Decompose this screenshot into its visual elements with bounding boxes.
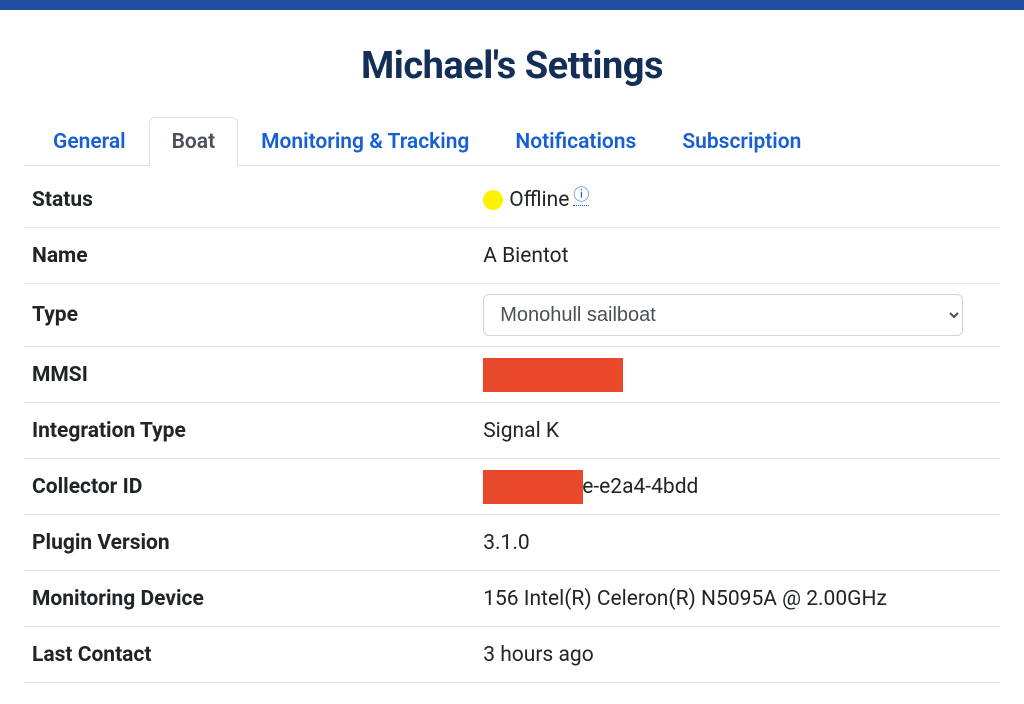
mmsi-redacted — [483, 358, 623, 392]
label-integration-type: Integration Type — [32, 419, 483, 443]
row-integration-type: Integration Type Signal K — [24, 403, 1000, 459]
value-collector-id: e-e2a4-4bdd — [483, 470, 992, 504]
label-type: Type — [32, 303, 483, 327]
value-plugin-version: 3.1.0 — [483, 531, 992, 555]
label-collector-id: Collector ID — [32, 475, 483, 499]
row-plugin-version: Plugin Version 3.1.0 — [24, 515, 1000, 571]
row-collector-id: Collector ID e-e2a4-4bdd — [24, 459, 1000, 515]
status-dot-icon — [483, 190, 503, 210]
value-monitoring-device: 156 Intel(R) Celeron(R) N5095A @ 2.00GHz — [483, 587, 992, 611]
row-monitoring-device: Monitoring Device 156 Intel(R) Celeron(R… — [24, 571, 1000, 627]
boat-settings-table: Status Offline ⓘ Name A Bientot Type Mon… — [24, 172, 1000, 683]
collector-id-suffix: e-e2a4-4bdd — [582, 475, 698, 499]
boat-type-select[interactable]: Monohull sailboat — [483, 294, 963, 336]
settings-container: Michael's Settings General Boat Monitori… — [0, 10, 1024, 683]
value-integration-type: Signal K — [483, 419, 992, 443]
label-mmsi: MMSI — [32, 363, 483, 387]
label-plugin-version: Plugin Version — [32, 531, 483, 555]
tabs: General Boat Monitoring & Tracking Notif… — [24, 116, 1000, 166]
label-last-contact: Last Contact — [32, 643, 483, 667]
tab-general[interactable]: General — [30, 117, 149, 166]
value-mmsi — [483, 358, 992, 392]
label-monitoring-device: Monitoring Device — [32, 587, 483, 611]
info-icon[interactable]: ⓘ — [573, 181, 589, 206]
row-last-contact: Last Contact 3 hours ago — [24, 627, 1000, 683]
tab-boat[interactable]: Boat — [149, 117, 239, 166]
tab-subscription[interactable]: Subscription — [659, 117, 824, 166]
collector-id-redacted — [483, 470, 583, 504]
top-banner — [0, 0, 1024, 10]
row-status: Status Offline ⓘ — [24, 172, 1000, 228]
status-text: Offline — [509, 188, 569, 212]
row-mmsi: MMSI — [24, 347, 1000, 403]
value-last-contact: 3 hours ago — [483, 643, 992, 667]
tab-monitoring[interactable]: Monitoring & Tracking — [238, 117, 492, 166]
label-name: Name — [32, 244, 483, 268]
page-title: Michael's Settings — [24, 44, 1000, 88]
row-type: Type Monohull sailboat — [24, 284, 1000, 347]
tab-notifications[interactable]: Notifications — [492, 117, 659, 166]
row-name: Name A Bientot — [24, 228, 1000, 284]
label-status: Status — [32, 188, 483, 212]
value-status: Offline ⓘ — [483, 187, 992, 212]
value-name: A Bientot — [483, 244, 992, 268]
